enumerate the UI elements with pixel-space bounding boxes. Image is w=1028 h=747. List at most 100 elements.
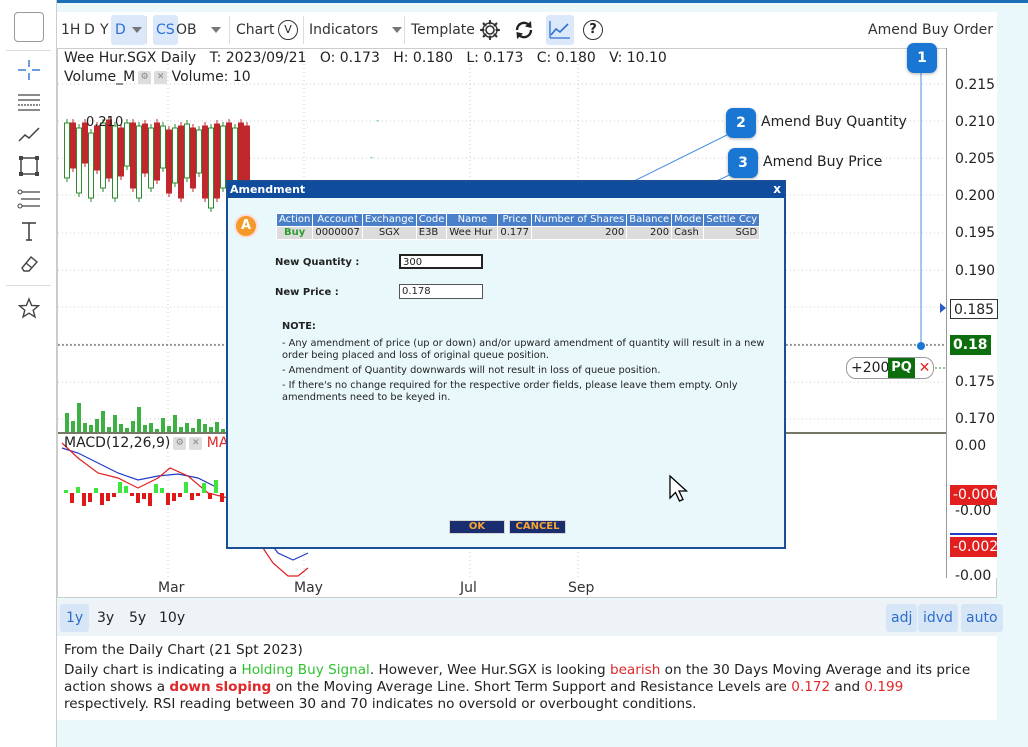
price-tick: 0.175 — [955, 374, 996, 390]
eraser-icon[interactable] — [15, 251, 43, 275]
macd-histogram-bar — [196, 493, 200, 496]
signal-text: Holding Buy Signal — [241, 662, 370, 678]
interval-d[interactable]: D — [84, 12, 95, 48]
volume-indicator-label: Volume_M — [64, 69, 136, 85]
price-tick: 0.170 — [955, 411, 996, 427]
candle-body — [118, 127, 124, 177]
top-accent-line — [0, 0, 1028, 3]
cancel-order-icon[interactable]: ✕ — [915, 358, 933, 378]
commentary-text: . However, Wee Hur.SGX is looking — [369, 662, 610, 678]
volume-bar — [113, 415, 117, 433]
rail-menu-square[interactable] — [14, 12, 44, 42]
text-tool-icon[interactable] — [15, 219, 43, 243]
broker-logo: A — [234, 214, 258, 238]
rectangle-tool-icon[interactable] — [15, 154, 43, 178]
gear-icon[interactable] — [479, 19, 501, 41]
candle-body — [160, 125, 166, 169]
callout-2: 2 — [726, 108, 756, 138]
compare-chart-button[interactable] — [546, 15, 574, 45]
help-icon[interactable]: ? — [583, 20, 603, 40]
horizontal-lines-icon[interactable] — [15, 90, 43, 114]
chart-type-ob-dropdown[interactable]: OB — [176, 12, 221, 48]
macd-histogram-bar — [82, 493, 86, 506]
template-menu[interactable]: Template — [411, 12, 475, 48]
commentary-text: Daily chart is indicating a — [64, 662, 242, 678]
macd-histogram-bar — [106, 493, 110, 501]
new-price-label: New Price : — [275, 287, 339, 298]
chart-commentary: From the Daily Chart (21 Spt 2023) Daily… — [57, 636, 997, 720]
range-5y[interactable]: 5y — [123, 604, 152, 632]
cell-name: Wee Hur — [446, 226, 499, 240]
range-10y[interactable]: 10y — [153, 604, 191, 632]
ohlc-time: T: 2023/09/21 — [209, 50, 307, 66]
fibonacci-icon[interactable] — [15, 187, 43, 211]
macd-histogram-bar — [172, 493, 176, 501]
position-quantity: +200 — [851, 360, 890, 376]
order-details-table: Action Account Exchange Code Name Price … — [275, 213, 761, 240]
crosshair-icon[interactable] — [15, 58, 43, 82]
ohlc-close: C: 0.180 — [536, 50, 596, 66]
cell-settle-ccy: SGD — [703, 226, 761, 240]
candle-body — [112, 125, 118, 199]
column-header: Name — [446, 213, 499, 227]
trendline-icon[interactable] — [15, 122, 43, 146]
new-quantity-input[interactable]: 300 — [399, 254, 483, 269]
macd-histogram-bar — [136, 493, 140, 503]
open-position-tag[interactable]: +200 PQ ✕ — [846, 357, 934, 379]
dialog-titlebar: Amendment x — [228, 182, 784, 198]
chart-type-cs[interactable]: CS — [153, 15, 178, 45]
ma-marker: - — [370, 153, 373, 163]
settings-icon[interactable]: ⚙ — [173, 436, 187, 450]
indicators-dropdown[interactable]: Indicators — [309, 12, 403, 48]
macd-histogram-bar — [148, 493, 152, 506]
macd-histogram-bar — [166, 493, 170, 505]
chevron-down-icon — [210, 27, 221, 33]
range-1y[interactable]: 1y — [60, 604, 90, 632]
interval-selected-dropdown[interactable]: D — [111, 15, 146, 45]
volume-bar — [77, 403, 81, 433]
candle-body — [130, 122, 136, 189]
chevron-down-icon — [392, 27, 403, 33]
candle-body — [196, 129, 202, 174]
interval-1h[interactable]: 1H — [61, 12, 80, 48]
candle-body — [214, 123, 220, 199]
cell-price: 0.177 — [497, 226, 532, 240]
cell-balance: 200 — [626, 226, 673, 240]
dialog-close-icon[interactable]: x — [773, 182, 781, 197]
macd-tick: -0.00 — [955, 568, 992, 584]
macd-line-low — [262, 547, 309, 577]
support-level: 0.172 — [791, 679, 831, 695]
candle-body — [70, 122, 76, 169]
month-label: Sep — [568, 580, 595, 596]
chart-menu[interactable]: Chart — [236, 12, 274, 48]
range-3y[interactable]: 3y — [91, 604, 120, 632]
adj-button[interactable]: adj — [886, 604, 918, 632]
column-header: Price — [497, 213, 532, 227]
volume-bar — [95, 419, 99, 433]
month-label: May — [294, 580, 323, 596]
interval-y[interactable]: Y — [100, 12, 109, 48]
arrow-right-icon — [940, 303, 946, 313]
line-chart-icon — [549, 21, 570, 39]
macd-histogram-bar — [64, 490, 68, 493]
close-icon[interactable]: ✕ — [154, 70, 168, 84]
toolbar-divider — [146, 16, 147, 44]
month-label: Mar — [158, 580, 185, 596]
column-header: Settle Ccy — [703, 213, 761, 227]
month-label: Jul — [460, 580, 477, 596]
auto-scale-button[interactable]: auto — [961, 604, 1003, 632]
ok-button[interactable]: OK — [449, 520, 505, 534]
column-header: Account — [312, 213, 363, 227]
idvd-button[interactable]: idvd — [918, 604, 958, 632]
star-favorite-icon[interactable] — [15, 296, 43, 320]
settings-icon[interactable]: ⚙ — [138, 70, 152, 84]
new-price-input[interactable]: 0.178 — [399, 284, 483, 299]
last-price-badge: 0.185 — [950, 299, 999, 319]
candle-body — [64, 122, 70, 179]
close-icon[interactable]: ✕ — [189, 436, 203, 450]
chart-v-icon[interactable]: V — [278, 20, 298, 40]
cancel-button[interactable]: CANCEL — [509, 520, 566, 534]
refresh-icon[interactable] — [513, 19, 535, 41]
macd-histogram-bar — [100, 493, 104, 505]
ohlc-volume: V: 10.10 — [609, 50, 667, 66]
